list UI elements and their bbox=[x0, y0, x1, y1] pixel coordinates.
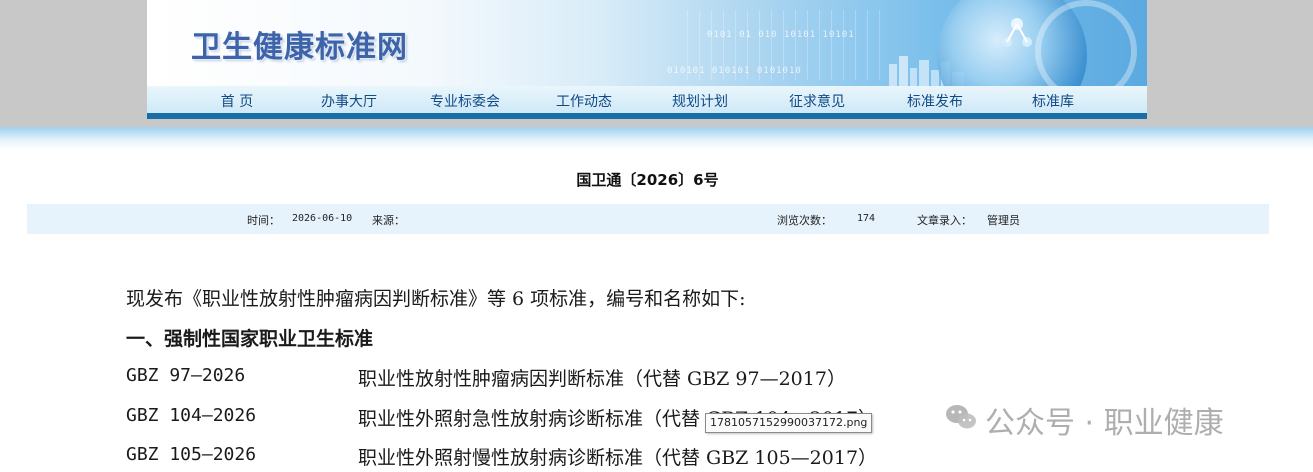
filename-tooltip: 1781057152990037172.png bbox=[705, 413, 873, 433]
meta-time-label: 时间： bbox=[247, 214, 280, 227]
standard-code: GBZ 105—2026 bbox=[126, 444, 257, 465]
banner-binary-text: 010101 010101 0101010 bbox=[667, 66, 802, 76]
wechat-icon bbox=[946, 405, 976, 429]
main-nav: 首 页 办事大厅 专业标委会 工作动态 规划计划 征求意见 标准发布 标准库 bbox=[147, 86, 1147, 119]
panel-top-gradient bbox=[0, 127, 1313, 149]
standard-code: GBZ 97—2026 bbox=[126, 365, 246, 386]
nav-item-consultation[interactable]: 征求意见 bbox=[789, 91, 845, 111]
nav-item-planning[interactable]: 规划计划 bbox=[672, 91, 728, 111]
article-meta-bar: 时间： 2026-06-10 来源： 浏览次数： 174 文章录入： 管理员 bbox=[27, 204, 1269, 234]
nav-item-home[interactable]: 首 页 bbox=[221, 91, 253, 111]
nav-item-committee[interactable]: 专业标委会 bbox=[430, 91, 500, 111]
watermark-text: 公众号 · 职业健康 bbox=[985, 406, 1224, 441]
molecule-icon bbox=[1002, 18, 1032, 47]
meta-author-label: 文章录入： bbox=[917, 214, 972, 227]
nav-item-standard-release[interactable]: 标准发布 bbox=[907, 91, 963, 111]
banner-binary-text: 0101 01 010 10101 10101 bbox=[707, 30, 855, 40]
article-intro: 现发布《职业性放射性肿瘤病因判断标准》等 6 项标准，编号和名称如下: bbox=[126, 288, 746, 310]
site-logo-title[interactable]: 卫生健康标准网 bbox=[191, 22, 408, 66]
nav-item-work-news[interactable]: 工作动态 bbox=[556, 91, 612, 111]
banner-ring-decoration bbox=[1035, 0, 1137, 86]
site-banner: 0101 01 010 10101 10101 010101 010101 01… bbox=[147, 0, 1147, 86]
meta-time-value: 2026-06-10 bbox=[292, 213, 353, 224]
article-title: 国卫通〔2026〕6号 bbox=[576, 171, 719, 189]
standard-code: GBZ 104—2026 bbox=[126, 405, 257, 426]
meta-author-value: 管理员 bbox=[987, 214, 1020, 227]
nav-item-service-hall[interactable]: 办事大厅 bbox=[321, 91, 377, 111]
standard-name: 职业性放射性肿瘤病因判断标准（代替 GBZ 97—2017） bbox=[358, 368, 846, 390]
standard-name: 职业性外照射慢性放射病诊断标准（代替 GBZ 105—2017） bbox=[358, 447, 878, 469]
meta-source-label: 来源： bbox=[372, 214, 405, 227]
nav-item-standard-library[interactable]: 标准库 bbox=[1032, 91, 1074, 111]
meta-views-label: 浏览次数： bbox=[777, 214, 832, 227]
meta-views-value: 174 bbox=[857, 213, 876, 224]
section-heading: 一、强制性国家职业卫生标准 bbox=[126, 328, 374, 350]
